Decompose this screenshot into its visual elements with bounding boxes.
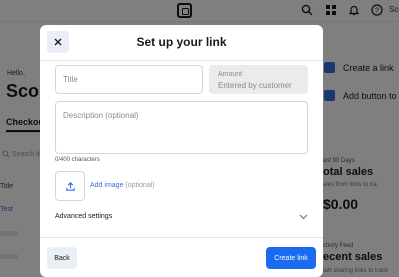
modal-header: Set up your link [40, 25, 323, 61]
character-count: 0/400 characters [55, 157, 100, 163]
add-image-link[interactable]: Add image [90, 182, 123, 189]
amount-field: Amount [209, 65, 308, 94]
upload-icon [65, 181, 75, 191]
create-link-button[interactable]: Create link [266, 247, 316, 269]
title-field[interactable] [55, 65, 203, 94]
description-input[interactable] [56, 102, 307, 153]
add-image-text[interactable]: Add image (optional) [90, 182, 155, 189]
add-image-optional: (optional) [125, 182, 155, 189]
divider [40, 237, 323, 238]
amount-label: Amount [218, 71, 243, 78]
back-button[interactable]: Back [47, 247, 77, 269]
title-input[interactable] [56, 66, 202, 93]
advanced-settings-toggle[interactable]: Advanced settings [55, 212, 308, 226]
setup-link-modal: Set up your link Amount 0/400 characters… [40, 25, 323, 277]
chevron-down-icon [299, 214, 308, 220]
advanced-settings-label: Advanced settings [55, 213, 113, 220]
image-upload-button[interactable] [55, 171, 85, 201]
description-field[interactable] [55, 101, 308, 154]
divider [40, 60, 323, 61]
amount-input [218, 81, 306, 90]
modal-title: Set up your link [136, 35, 227, 49]
